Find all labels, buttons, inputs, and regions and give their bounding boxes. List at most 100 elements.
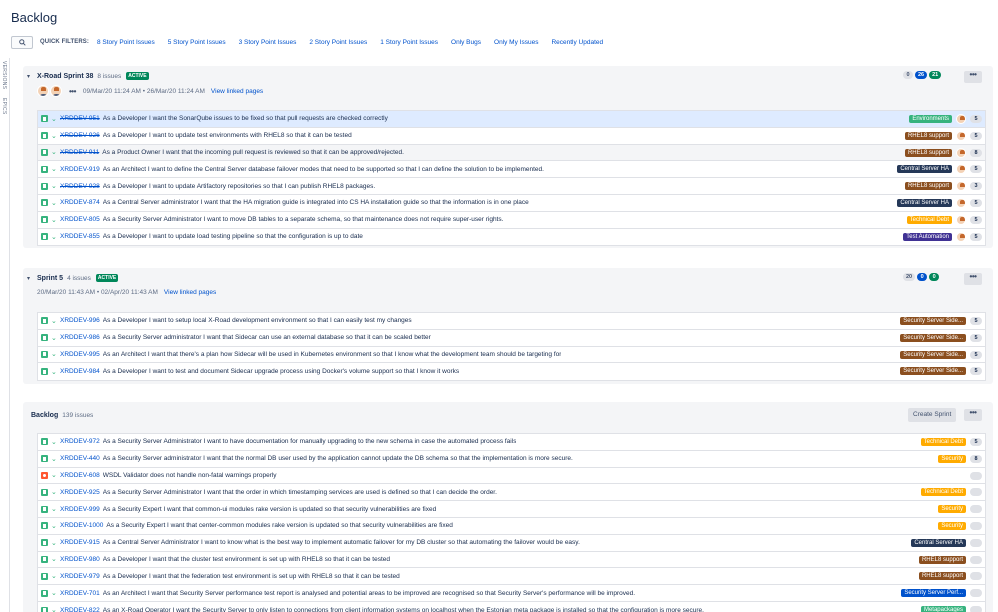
issue-key-link[interactable]: XRDDEV-986 [60,334,100,341]
epic-label[interactable]: Security [938,454,966,463]
issue-row[interactable]: ⌄ XRDDEV-984 As a Developer I want to test… [38,363,985,380]
epic-label[interactable]: Security Server Side... [900,350,966,359]
issue-key-link[interactable]: XRDDEV-999 [60,506,100,513]
issue-row[interactable]: ⌄ XRDDEV-951 As a Developer I want the Son… [38,111,985,128]
issue-row[interactable]: ⌄ XRDDEV-972 As a Security Server Administ… [38,434,985,451]
assignee-avatar[interactable] [956,197,966,208]
issue-key-link[interactable]: XRDDEV-979 [60,573,100,580]
issue-row[interactable]: ⌄ XRDDEV-926 As a Developer I want to upda… [38,128,985,145]
assignee-avatar[interactable] [956,114,966,124]
issue-key-link[interactable]: XRDDEV-928 [60,183,100,190]
issue-row[interactable]: ⌄ XRDDEV-874 As a Central Server administr… [38,195,985,212]
epic-label[interactable]: Central Server HA [897,198,952,207]
backlog-menu-button[interactable]: ••• [964,409,982,421]
issue-key-link[interactable]: XRDDEV-951 [60,115,100,122]
issue-key-link[interactable]: XRDDEV-1000 [60,522,103,529]
sprint-menu-button[interactable]: ••• [964,273,982,285]
issue-key-link[interactable]: XRDDEV-996 [60,317,100,324]
issue-key-link[interactable]: XRDDEV-980 [60,556,100,563]
filter-only-my-issues[interactable]: Only My Issues [494,39,538,46]
epic-label[interactable]: Security [938,521,966,530]
epic-label[interactable]: RHEL8 support [904,182,952,191]
assignee-avatar[interactable] [956,130,966,141]
issue-row[interactable]: ⌄ XRDDEV-822 As an X-Road Operator I want … [38,602,985,612]
filter-1-points[interactable]: 1 Story Point Issues [380,39,438,46]
epic-label[interactable]: RHEL8 support [918,555,966,564]
versions-tab[interactable]: VERSIONS [1,61,7,89]
epic-label[interactable]: RHEL8 support [918,572,966,581]
filter-recently-updated[interactable]: Recently Updated [551,39,603,46]
epic-label[interactable]: Security Server Perf... [901,589,966,598]
issue-key-link[interactable]: XRDDEV-701 [60,590,100,597]
assignee-avatar[interactable] [956,147,966,158]
epic-label[interactable]: Technical Debt [906,215,952,224]
issue-row[interactable]: ⌄ XRDDEV-999 As a Security Expert I want t… [38,501,985,518]
sprint-menu-button[interactable]: ••• [964,71,982,83]
assignee-avatar[interactable] [956,164,966,175]
issue-row[interactable]: ⌄ XRDDEV-608 WSDL Validator does not handl… [38,468,985,485]
epic-label[interactable]: Security Server Side... [900,333,966,342]
epic-label[interactable]: RHEL8 support [904,148,952,157]
issue-row[interactable]: ⌄ XRDDEV-911 As a Product Owner I want tha… [38,144,985,162]
issue-key-link[interactable]: XRDDEV-805 [60,216,100,223]
avatar[interactable] [37,85,49,97]
view-linked-pages-link[interactable]: View linked pages [164,289,216,296]
filter-only-bugs[interactable]: Only Bugs [451,39,481,46]
issue-row[interactable]: ⌄ XRDDEV-995 As an Architect I want that t… [38,347,985,364]
assignee-avatar[interactable] [956,231,966,242]
epic-label[interactable]: Security [938,505,966,514]
issue-row[interactable]: ⌄ XRDDEV-805 As a Security Server Administ… [38,212,985,229]
issue-row[interactable]: ⌄ XRDDEV-915 As a Central Server Administr… [38,535,985,552]
issue-row[interactable]: ⌄ XRDDEV-919 As an Architect I want to def… [38,161,985,179]
issue-key-link[interactable]: XRDDEV-440 [60,455,100,462]
issue-row[interactable]: ⌄ XRDDEV-996 As a Developer I want to setu… [38,313,985,330]
assignee-avatar[interactable] [956,181,966,192]
issue-key-link[interactable]: XRDDEV-926 [60,132,100,139]
filter-8-points[interactable]: 8 Story Point Issues [97,39,155,46]
issue-key-link[interactable]: XRDDEV-925 [60,489,100,496]
view-linked-pages-link[interactable]: View linked pages [211,88,263,95]
issue-key-link[interactable]: XRDDEV-995 [60,351,100,358]
epic-label[interactable]: Security Server Side... [900,367,966,376]
assignee-avatar[interactable] [956,214,966,225]
epic-label[interactable]: Test Automation [903,232,952,241]
issue-key-link[interactable]: XRDDEV-855 [60,233,100,240]
epic-label[interactable]: RHEL8 support [904,131,952,140]
epic-label[interactable]: Security Server Side... [900,317,966,325]
filter-2-points[interactable]: 2 Story Point Issues [309,39,367,46]
epic-label[interactable]: Metapackages [920,605,966,612]
issue-key-link[interactable]: XRDDEV-919 [60,166,100,173]
epic-label[interactable]: Central Server HA [911,538,966,547]
create-sprint-button[interactable]: Create Sprint [908,408,957,422]
issue-row[interactable]: ⌄ XRDDEV-928 As a Developer I want to upda… [38,178,985,195]
issue-key-link[interactable]: XRDDEV-608 [60,472,100,479]
sprint-name[interactable]: Sprint 5 [37,275,63,282]
filter-3-points[interactable]: 3 Story Point Issues [239,39,297,46]
issue-row[interactable]: ⌄ XRDDEV-440 As a Security Server administ… [38,451,985,468]
epic-label[interactable]: Technical Debt [920,488,966,497]
issue-row[interactable]: ⌄ XRDDEV-701 As an Architect I want that S… [38,585,985,602]
issue-row[interactable]: ⌄ XRDDEV-986 As a Security Server administ… [38,330,985,347]
issue-key-link[interactable]: XRDDEV-915 [60,539,100,546]
issue-row[interactable]: ⌄ XRDDEV-1000 As a Security Expert I want … [38,518,985,535]
filter-5-points[interactable]: 5 Story Point Issues [168,39,226,46]
issue-key-link[interactable]: XRDDEV-874 [60,199,100,206]
sprint-name[interactable]: X-Road Sprint 38 [37,73,93,80]
collapse-icon[interactable]: ▾ [27,73,33,80]
epic-label[interactable]: Environments [909,115,952,123]
issue-key-link[interactable]: XRDDEV-972 [60,438,100,445]
collapse-icon[interactable]: ▾ [27,275,33,282]
issue-key-link[interactable]: XRDDEV-911 [60,149,99,156]
epics-tab[interactable]: EPICS [1,98,7,115]
more-assignees-icon[interactable]: ••• [69,87,76,96]
issue-key-link[interactable]: XRDDEV-822 [60,607,100,612]
issue-key-link[interactable]: XRDDEV-984 [60,368,100,375]
avatar[interactable] [50,85,62,97]
issue-row[interactable]: ⌄ XRDDEV-980 As a Developer I want that th… [38,552,985,569]
search-input[interactable] [11,35,33,49]
epic-label[interactable]: Central Server HA [897,165,952,174]
epic-label[interactable]: Technical Debt [920,438,966,446]
issue-row[interactable]: ⌄ XRDDEV-855 As a Developer I want to upda… [38,229,985,246]
issue-row[interactable]: ⌄ XRDDEV-979 As a Developer I want that th… [38,568,985,586]
issue-row[interactable]: ⌄ XRDDEV-925 As a Security Server Administ… [38,484,985,502]
